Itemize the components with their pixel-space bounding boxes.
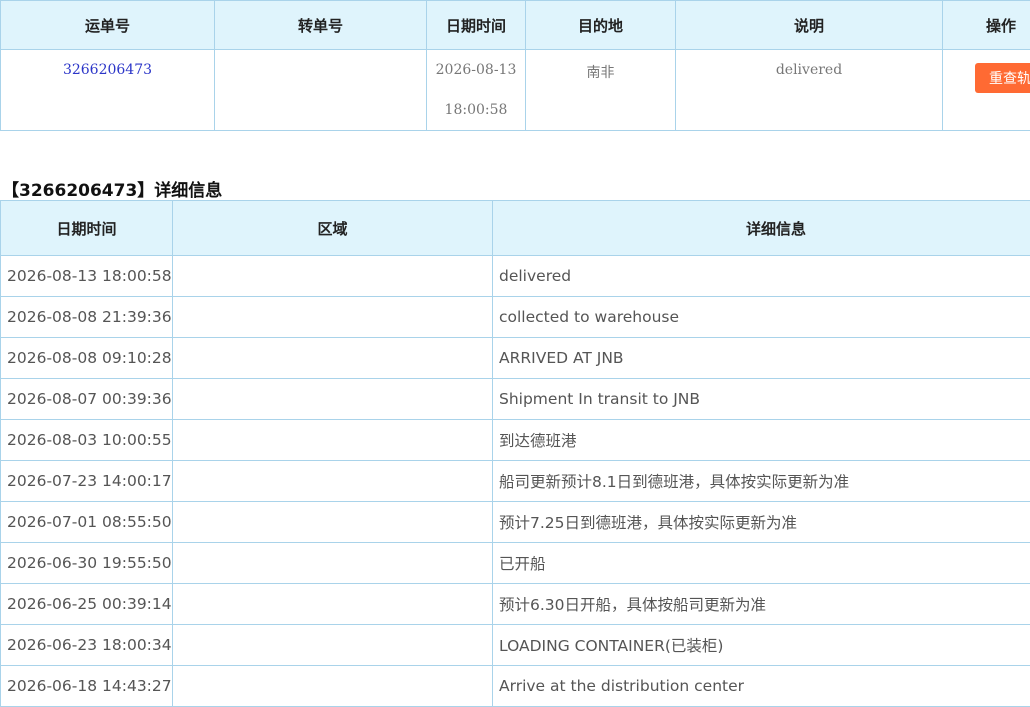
area-cell <box>173 543 493 584</box>
info-cell: 已开船 <box>493 543 1030 584</box>
header-tracking-no: 运单号 <box>1 1 215 50</box>
info-cell: delivered <box>493 256 1030 297</box>
header-action: 操作 <box>943 1 1030 50</box>
detail-table: 日期时间 区域 详细信息 2026-08-13 18:00:58 delivere… <box>0 200 1030 707</box>
tracking-no-cell: 3266206473 <box>1 50 215 131</box>
table-row: 2026-06-30 19:55:50 已开船 <box>1 543 1030 584</box>
header-destination: 目的地 <box>526 1 676 50</box>
table-row: 2026-08-08 21:39:36 collected to warehous… <box>1 297 1030 338</box>
area-cell <box>173 338 493 379</box>
header-transfer-no: 转单号 <box>215 1 427 50</box>
info-cell: collected to warehouse <box>493 297 1030 338</box>
time-cell: 2026-06-25 00:39:14 <box>1 584 173 625</box>
destination-cell: 南非 <box>526 50 676 131</box>
time-cell: 2026-07-01 08:55:50 <box>1 502 173 543</box>
table-row: 2026-08-03 10:00:55 到达德班港 <box>1 420 1030 461</box>
info-cell: 预计6.30日开船，具体按船司更新为准 <box>493 584 1030 625</box>
time-cell: 2026-08-13 18:00:58 <box>1 256 173 297</box>
table-row: 2026-06-25 00:39:14 预计6.30日开船，具体按船司更新为准 <box>1 584 1030 625</box>
area-cell <box>173 502 493 543</box>
info-cell: 到达德班港 <box>493 420 1030 461</box>
detail-title: 【3266206473】详细信息 <box>2 176 222 201</box>
retrack-button[interactable]: 重查轨迹 <box>975 63 1030 93</box>
area-cell <box>173 256 493 297</box>
detail-header-row: 日期时间 区域 详细信息 <box>1 201 1030 256</box>
tracking-no-link[interactable]: 3266206473 <box>63 62 152 78</box>
area-cell <box>173 379 493 420</box>
header-info: 详细信息 <box>493 201 1030 256</box>
table-row: 2026-06-18 14:43:27 Arrive at the distrib… <box>1 666 1030 707</box>
area-cell <box>173 666 493 707</box>
area-cell <box>173 297 493 338</box>
table-row: 2026-08-13 18:00:58 delivered <box>1 256 1030 297</box>
table-row: 2026-07-23 14:00:17 船司更新预计8.1日到德班港，具体按实际更… <box>1 461 1030 502</box>
table-row: 2026-08-07 00:39:36 Shipment In transit t… <box>1 379 1030 420</box>
header-area: 区域 <box>173 201 493 256</box>
datetime-cell: 2026-08-13 18:00:58 <box>427 50 526 131</box>
info-cell: Arrive at the distribution center <box>493 666 1030 707</box>
info-cell: 预计7.25日到德班港，具体按实际更新为准 <box>493 502 1030 543</box>
summary-header-row: 运单号 转单号 日期时间 目的地 说明 操作 <box>1 1 1030 50</box>
time-cell: 2026-08-07 00:39:36 <box>1 379 173 420</box>
info-cell: LOADING CONTAINER(已装柜) <box>493 625 1030 666</box>
table-row: 2026-06-23 18:00:34 LOADING CONTAINER(已装柜… <box>1 625 1030 666</box>
info-cell: ARRIVED AT JNB <box>493 338 1030 379</box>
header-datetime: 日期时间 <box>427 1 526 50</box>
header-time: 日期时间 <box>1 201 173 256</box>
time-cell: 2026-08-03 10:00:55 <box>1 420 173 461</box>
area-cell <box>173 461 493 502</box>
info-cell: 船司更新预计8.1日到德班港，具体按实际更新为准 <box>493 461 1030 502</box>
time-cell: 2026-06-18 14:43:27 <box>1 666 173 707</box>
table-row: 2026-07-01 08:55:50 预计7.25日到德班港，具体按实际更新为准 <box>1 502 1030 543</box>
time-cell: 2026-08-08 21:39:36 <box>1 297 173 338</box>
summary-row: 3266206473 2026-08-13 18:00:58 南非 delive… <box>1 50 1030 131</box>
header-description: 说明 <box>676 1 943 50</box>
time-cell: 2026-06-30 19:55:50 <box>1 543 173 584</box>
time-cell: 2026-06-23 18:00:34 <box>1 625 173 666</box>
action-cell: 重查轨迹 <box>943 50 1030 131</box>
description-cell: delivered <box>676 50 943 131</box>
info-cell: Shipment In transit to JNB <box>493 379 1030 420</box>
table-row: 2026-08-08 09:10:28 ARRIVED AT JNB <box>1 338 1030 379</box>
detail-body: 2026-08-13 18:00:58delivered2026-08-08 2… <box>1 256 1030 707</box>
summary-table: 运单号 转单号 日期时间 目的地 说明 操作 3266206473 2026-0… <box>0 0 1030 131</box>
area-cell <box>173 625 493 666</box>
time-cell: 2026-08-08 09:10:28 <box>1 338 173 379</box>
area-cell <box>173 584 493 625</box>
time-cell: 2026-07-23 14:00:17 <box>1 461 173 502</box>
area-cell <box>173 420 493 461</box>
transfer-no-cell <box>215 50 427 131</box>
